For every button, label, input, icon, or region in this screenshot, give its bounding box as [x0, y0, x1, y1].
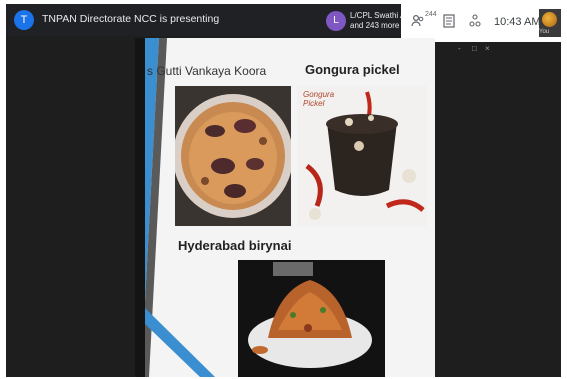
participant-more: and 243 more	[350, 21, 400, 30]
screen-frame: T TNPAN Directorate NCC is presenting L …	[6, 4, 561, 377]
participants-chip[interactable]: L L/CPL Swathi AP and 243 more	[326, 9, 411, 33]
close-button[interactable]: ×	[485, 44, 490, 53]
presented-slide: s Gutti Vankaya Koora Gongura pickel Gon…	[145, 38, 435, 377]
gongura-pickle-image: Gongura Pickel	[297, 86, 427, 226]
self-label: You	[539, 29, 550, 35]
presenting-status: TNPAN Directorate NCC is presenting	[42, 13, 220, 25]
self-video-tile[interactable]: You	[539, 9, 561, 37]
gongura-caption-line2: Pickel	[303, 99, 325, 108]
presenter-avatar[interactable]: T	[14, 10, 34, 30]
people-icon[interactable]	[411, 14, 425, 32]
gongura-caption-line1: Gongura	[303, 90, 335, 99]
self-avatar	[542, 12, 557, 27]
activities-icon[interactable]	[469, 14, 481, 32]
meeting-clock: 10:43 AM	[494, 16, 541, 28]
dish-title-gutti-vankaya: s Gutti Vankaya Koora	[147, 64, 267, 78]
meeting-controls: 244 10:43 AM You	[401, 4, 561, 42]
minimize-button[interactable]: -	[458, 44, 461, 53]
people-count: 244	[425, 11, 437, 18]
dish-title-gongura: Gongura pickel	[305, 62, 400, 77]
slide-left-border	[135, 38, 145, 377]
maximize-button[interactable]: □	[472, 44, 477, 53]
hyderabad-biryani-image	[238, 260, 385, 377]
chat-icon[interactable]	[443, 14, 455, 32]
participant-avatar: L	[326, 11, 346, 31]
gongura-image-caption: Gongura Pickel	[303, 90, 334, 108]
gutti-vankaya-image	[175, 86, 291, 226]
dish-title-biryani: Hyderabad birynai	[178, 238, 292, 253]
